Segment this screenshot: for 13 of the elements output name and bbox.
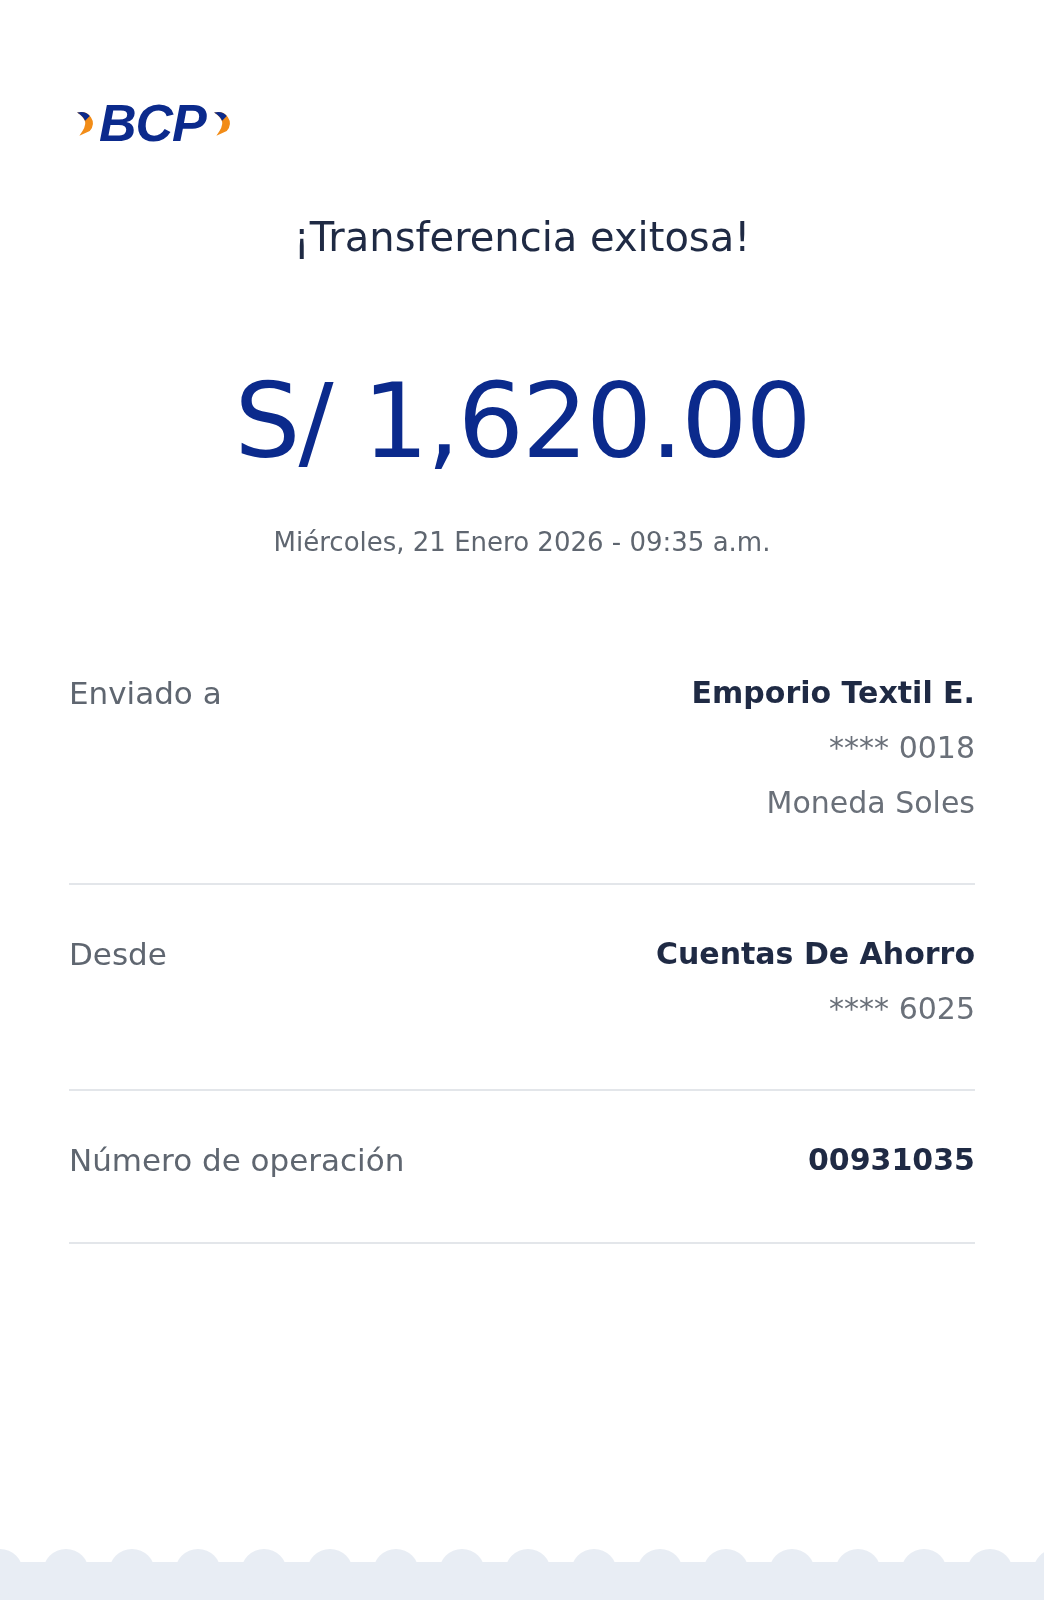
detail-value: 00931035: [808, 1141, 975, 1179]
detail-label: Desde: [69, 935, 167, 974]
detail-value: Emporio Textil E.: [691, 674, 975, 712]
detail-subtext: **** 6025: [829, 990, 975, 1028]
detail-subtext: Moneda Soles: [766, 784, 975, 822]
receipt-title: ¡Transferencia exitosa!: [292, 213, 752, 261]
amount-text: S/ 1,620.00: [233, 369, 811, 473]
bank-logo: BCP: [99, 97, 206, 149]
detail-subtext: **** 0018: [829, 729, 975, 767]
detail-value: Cuentas De Ahorro: [655, 935, 975, 973]
detail-label: Enviado a: [69, 674, 222, 713]
detail-label: Número de operación: [69, 1141, 405, 1180]
date-text: Miércoles, 21 Enero 2026 - 09:35 a.m.: [272, 526, 772, 559]
